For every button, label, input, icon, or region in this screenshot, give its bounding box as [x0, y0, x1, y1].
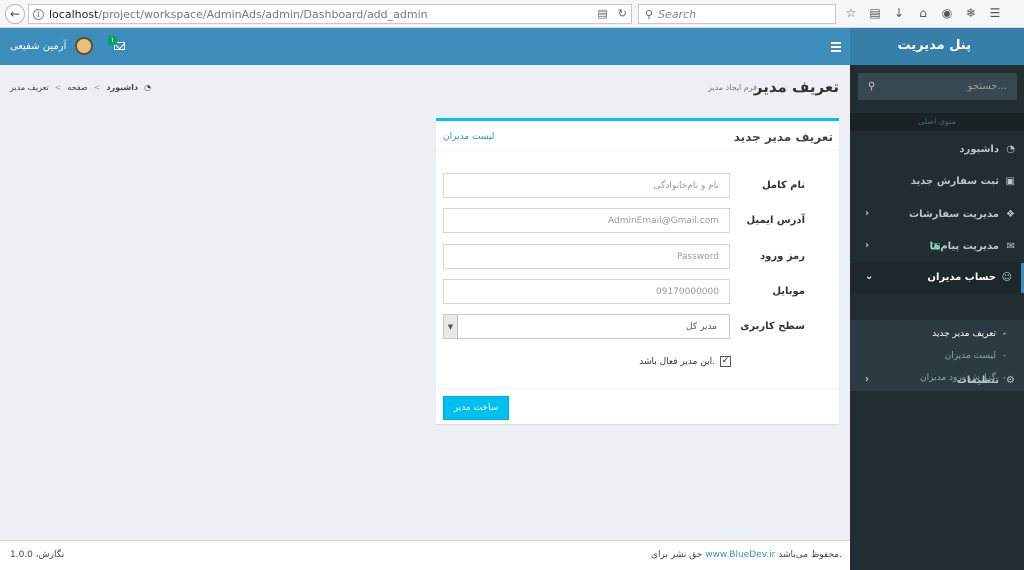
sidebar-item-label: حساب مدیران: [927, 272, 996, 283]
breadcrumb-separator: <: [54, 83, 62, 92]
sidebar-item-label: ثبت سفارش جدید: [910, 176, 999, 187]
copyright-prefix: حق نشر برای: [651, 550, 703, 560]
submenu-item-admin-list[interactable]: - لیست مدیران: [850, 346, 1024, 368]
user-name[interactable]: آرمین شفیعی: [10, 41, 66, 52]
sidebar-item-dashboard[interactable]: ◔ داشبورد: [850, 135, 1024, 165]
box-divider: [436, 150, 839, 151]
reload-icon[interactable]: ↻: [618, 7, 627, 20]
new-admin-form-box: تعریف مدیر جدید لیست مدیران نام کامل نام…: [436, 118, 839, 424]
sidebar-item-label: تنظیمات: [956, 375, 999, 386]
sidebar-item-label: مدیریت پیام‌ها: [929, 241, 999, 252]
chevron-left-icon: ›: [865, 208, 870, 219]
reading-list-icon[interactable]: ▤: [866, 4, 884, 22]
version-text: نگارش، 1.0.0: [10, 550, 65, 560]
reader-view-icon[interactable]: ▤: [597, 7, 607, 20]
access-level-label: سطح کاربری: [740, 321, 805, 332]
sidebar-search-placeholder: جستجو...: [967, 81, 1007, 92]
password-input[interactable]: Password: [443, 244, 730, 269]
extension-icon[interactable]: ❄: [962, 4, 980, 22]
copyright-link[interactable]: www.BlueDev.ir: [705, 550, 775, 560]
sidebar-item-messages[interactable]: › ✉ مدیریت پیام‌ها: [850, 232, 1024, 262]
box-title: تعریف مدیر جدید: [733, 130, 833, 144]
chevron-left-icon: ›: [865, 240, 870, 251]
bullet-icon: -: [1002, 329, 1006, 339]
full-name-input[interactable]: نام و نام‌خانوادگی: [443, 173, 730, 198]
submenu-item-label: لیست مدیران: [944, 351, 996, 361]
active-checkbox[interactable]: ✓: [720, 356, 731, 367]
sidebar-item-admin-accounts[interactable]: ⌄ ☺ حساب مدیران: [850, 263, 1024, 293]
sidebar-item-settings[interactable]: › ⚙ تنظیمات: [850, 366, 1024, 396]
dashboard-icon: ◔: [1006, 144, 1015, 155]
browser-search-input[interactable]: ⚲ Search: [638, 4, 836, 24]
chevron-down-icon: ⌄: [865, 271, 874, 282]
sidebar-section-header: منوی اصلی: [850, 113, 1024, 131]
breadcrumb-dashboard[interactable]: داشبورد: [106, 83, 138, 92]
create-admin-button[interactable]: ساخت مدیر: [443, 396, 509, 420]
sidebar-item-label: مدیریت سفارشات: [909, 209, 999, 220]
page-footer: حق نشر برای www.BlueDev.ir محفوظ می‌باشد…: [0, 540, 850, 570]
gear-icon: ⚙: [1006, 375, 1015, 386]
address-bar[interactable]: i localhost/project/workspace/AdminAds/a…: [28, 4, 632, 24]
breadcrumb-current: تعریف مدیر: [10, 83, 49, 92]
breadcrumb-page[interactable]: صفحه: [67, 83, 87, 92]
download-icon[interactable]: ↓: [890, 4, 908, 22]
active-checkbox-row: این مدیر فعال باشد. ✓: [639, 356, 731, 367]
email-input[interactable]: AdminEmail@Gmail.com: [443, 208, 730, 233]
sidebar-item-label: داشبورد: [959, 144, 999, 155]
submenu-item-label: تعریف مدیر جدید: [932, 329, 996, 339]
page-subtitle: فرم ایجاد مدیر: [707, 83, 757, 92]
search-icon[interactable]: ⚲: [868, 81, 875, 92]
sidebar-toggle-icon[interactable]: [831, 42, 841, 54]
envelope-icon: ✉: [1006, 241, 1015, 252]
home-icon[interactable]: ⌂: [914, 4, 932, 22]
url-path: /project/workspace/AdminAds/admin/Dashbo…: [98, 7, 428, 21]
breadcrumb: تعریف مدیر < صفحه < داشبورد ◔: [10, 83, 151, 92]
pocket-icon[interactable]: ◉: [938, 4, 956, 22]
access-level-value: مدیر کل: [686, 322, 717, 332]
sidebar-item-orders[interactable]: › ❖ مدیریت سفارشات: [850, 200, 1024, 230]
active-checkbox-label: این مدیر فعال باشد.: [639, 356, 715, 367]
dashboard-icon: ◔: [144, 83, 152, 92]
full-name-label: نام کامل: [761, 180, 805, 191]
bullet-icon: -: [1002, 351, 1006, 361]
menu-icon[interactable]: ☰: [986, 4, 1004, 22]
mobile-input[interactable]: 09170000000: [443, 279, 730, 304]
chevron-left-icon: ›: [865, 374, 870, 385]
access-level-select[interactable]: ▼ مدیر کل: [443, 314, 730, 339]
sidebar-search-input[interactable]: ⚲ جستجو...: [858, 73, 1017, 100]
password-label: رمز ورود: [760, 251, 805, 262]
page-title: تعریف مدیر: [753, 78, 839, 96]
search-placeholder: Search: [658, 7, 697, 21]
info-icon[interactable]: i: [33, 8, 44, 20]
sidebar: پنل مدیریت ⚲ جستجو... منوی اصلی ◔ داشبور…: [850, 28, 1024, 570]
email-label: آدرس ایمیل: [746, 215, 806, 226]
back-button[interactable]: ←: [5, 3, 25, 24]
breadcrumb-separator: <: [93, 83, 101, 92]
admin-list-link[interactable]: لیست مدیران: [443, 132, 494, 142]
search-icon: ⚲: [645, 7, 654, 21]
box-footer-divider: [436, 388, 839, 389]
brand-logo[interactable]: پنل مدیریت: [850, 28, 1024, 65]
mobile-label: موبایل: [772, 286, 805, 297]
sidebar-item-new-order[interactable]: ▣ ثبت سفارش جدید: [850, 167, 1024, 197]
submenu-item-new-admin[interactable]: - تعریف مدیر جدید: [850, 324, 1024, 346]
url-host: localhost: [49, 7, 99, 21]
chevron-down-icon[interactable]: ▼: [444, 315, 458, 338]
user-circle-icon: ☺: [1001, 272, 1012, 283]
bookmark-star-icon[interactable]: ☆: [842, 4, 860, 22]
main-header: آرمین شفیعی ۱: [0, 28, 850, 65]
copyright-text: حق نشر برای www.BlueDev.ir محفوظ می‌باشد…: [651, 550, 842, 560]
cubes-icon: ❖: [1006, 209, 1015, 220]
cart-icon: ▣: [1005, 176, 1015, 187]
copyright-suffix: محفوظ می‌باشد.: [778, 550, 842, 560]
avatar[interactable]: [75, 37, 93, 55]
mail-count-badge: ۱: [108, 36, 117, 45]
